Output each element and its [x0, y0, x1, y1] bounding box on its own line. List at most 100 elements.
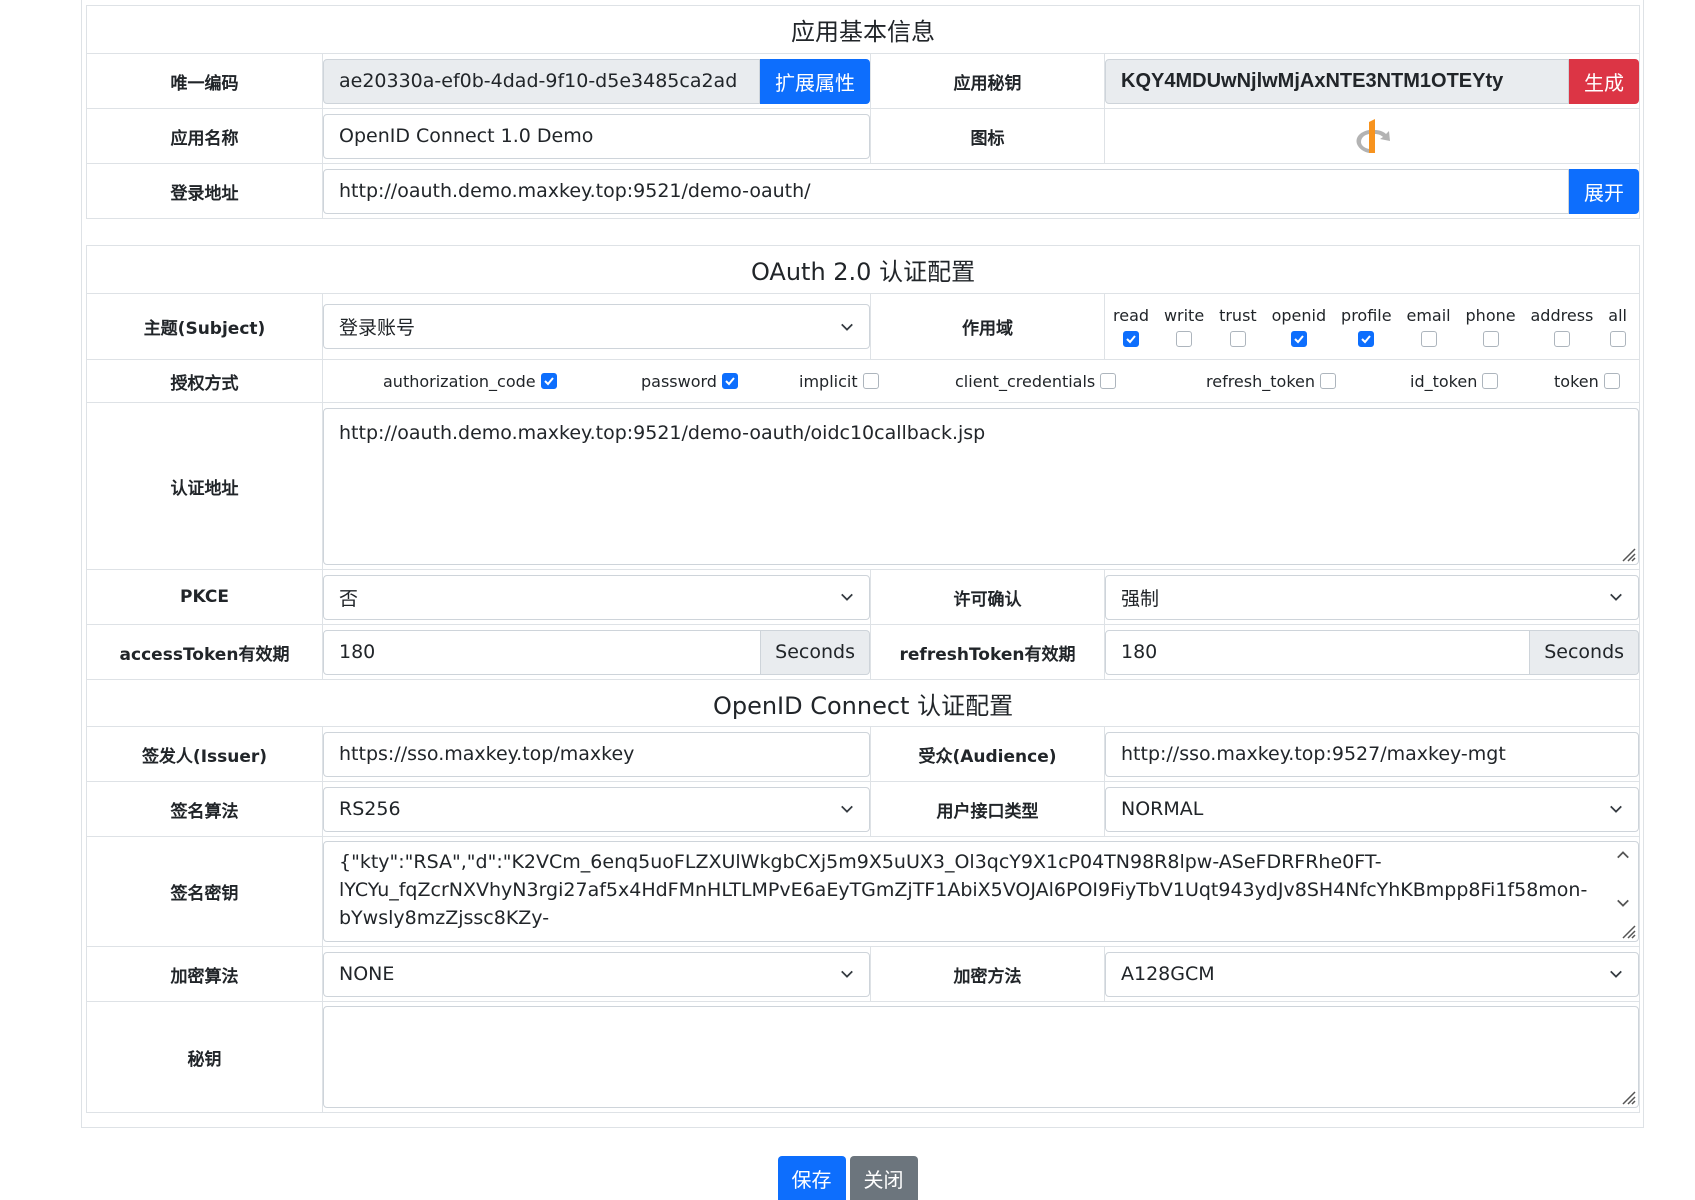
grant-types-label: 授权方式 [86, 359, 323, 403]
secret-label: 秘钥 [86, 1001, 323, 1113]
access-token-label: accessToken有效期 [86, 624, 323, 680]
checkbox-unchecked[interactable] [1553, 331, 1570, 347]
resize-grip-icon[interactable] [1616, 1085, 1636, 1105]
grant-implicit[interactable]: implicit [799, 372, 879, 391]
chevron-down-icon [1610, 593, 1622, 601]
checkbox-unchecked[interactable] [1100, 373, 1117, 389]
subject-select-value: 登录账号 [339, 317, 416, 339]
icon-label: 图标 [870, 108, 1105, 164]
scope-profile[interactable]: profile [1341, 306, 1392, 347]
extend-attributes-button[interactable]: 扩展属性 [760, 58, 870, 104]
scope-phone[interactable]: phone [1466, 306, 1516, 347]
app-name-input[interactable]: OpenID Connect 1.0 Demo [323, 113, 870, 159]
chevron-down-icon [1610, 970, 1622, 978]
enc-method-select-value: A128GCM [1121, 963, 1215, 985]
subject-select[interactable]: 登录账号 [323, 304, 870, 349]
form-actions: 保存 关闭 [0, 1156, 1695, 1200]
checkbox-checked[interactable] [1358, 331, 1375, 347]
checkbox-unchecked[interactable] [1603, 373, 1620, 389]
scope-read[interactable]: read [1113, 306, 1149, 347]
oauth-section-title: OAuth 2.0 认证配置 [85, 245, 1641, 294]
unique-code-label: 唯一编码 [86, 53, 323, 109]
sign-alg-select[interactable]: RS256 [323, 786, 870, 832]
checkbox-unchecked[interactable] [1229, 331, 1246, 347]
grant-types-group: authorization_code password implicit cli… [323, 362, 1639, 400]
userinfo-type-select-value: NORMAL [1121, 798, 1204, 820]
scope-address[interactable]: address [1531, 306, 1593, 347]
resize-grip-icon[interactable] [1616, 919, 1636, 939]
grant-token[interactable]: token [1554, 372, 1620, 391]
secret-textarea[interactable] [323, 1006, 1640, 1108]
enc-alg-label: 加密算法 [86, 946, 323, 1002]
issuer-input[interactable]: https://sso.maxkey.top/maxkey [323, 731, 870, 777]
chevron-down-icon [841, 805, 853, 813]
scope-openid[interactable]: openid [1272, 306, 1326, 347]
scroll-up-icon[interactable] [1616, 848, 1630, 862]
approval-select[interactable]: 强制 [1105, 574, 1640, 620]
userinfo-type-label: 用户接口类型 [870, 781, 1105, 837]
save-button[interactable]: 保存 [777, 1156, 846, 1200]
scope-all[interactable]: all [1608, 306, 1627, 347]
grant-authorization-code[interactable]: authorization_code [383, 372, 557, 391]
redirect-uri-textarea[interactable]: http://oauth.demo.maxkey.top:9521/demo-o… [323, 407, 1640, 565]
refresh-token-input[interactable]: 180 [1105, 629, 1531, 675]
chevron-down-icon [841, 593, 853, 601]
enc-method-label: 加密方法 [870, 946, 1105, 1002]
scroll-down-icon[interactable] [1616, 896, 1630, 910]
login-url-label: 登录地址 [86, 163, 323, 219]
chevron-down-icon [1610, 805, 1622, 813]
subject-label: 主题(Subject) [86, 293, 323, 360]
sign-key-line: bYwsly8mzZjssc8KZy- [339, 907, 550, 929]
enc-alg-select-value: NONE [339, 963, 395, 985]
checkbox-unchecked[interactable] [1320, 373, 1336, 389]
checkbox-unchecked[interactable] [862, 373, 879, 389]
scope-write[interactable]: write [1164, 306, 1204, 347]
enc-alg-select[interactable]: NONE [323, 951, 870, 997]
refresh-token-unit: Seconds [1530, 629, 1640, 675]
checkbox-unchecked[interactable] [1482, 331, 1499, 347]
app-secret-field[interactable]: KQY4MDUwNjlwMjAxNTE3NTM1OTEYty [1105, 58, 1569, 104]
checkbox-unchecked[interactable] [1482, 373, 1499, 389]
checkbox-unchecked[interactable] [1176, 331, 1193, 347]
oauth-table: OAuth 2.0 认证配置 主题(Subject) 登录账号 作用域 read… [85, 245, 1641, 1113]
sign-key-line: {"kty":"RSA","d":"K2VCm_6enq5uoFLZXUlWkg… [339, 851, 1382, 873]
chevron-down-icon [841, 323, 853, 331]
app-name-label: 应用名称 [86, 108, 323, 164]
scope-trust[interactable]: trust [1219, 306, 1257, 347]
oidc-section-title: OpenID Connect 认证配置 [85, 679, 1641, 727]
resize-grip-icon[interactable] [1616, 542, 1636, 562]
audience-label: 受众(Audience) [870, 726, 1105, 782]
scope-checkbox-group: read write trust openid profile email ph… [1105, 306, 1639, 347]
checkbox-checked[interactable] [1290, 331, 1307, 347]
issuer-label: 签发人(Issuer) [86, 726, 323, 782]
approval-select-value: 强制 [1121, 587, 1160, 610]
app-secret-label: 应用秘钥 [870, 53, 1105, 109]
access-token-unit: Seconds [761, 629, 870, 675]
approval-label: 许可确认 [870, 569, 1105, 625]
generate-secret-button[interactable]: 生成 [1569, 58, 1639, 104]
checkbox-checked[interactable] [1123, 331, 1140, 347]
login-url-input[interactable]: http://oauth.demo.maxkey.top:9521/demo-o… [323, 168, 1569, 214]
sign-alg-label: 签名算法 [86, 781, 323, 837]
checkbox-checked[interactable] [721, 373, 738, 389]
enc-method-select[interactable]: A128GCM [1105, 951, 1640, 997]
scope-email[interactable]: email [1406, 306, 1451, 347]
checkbox-unchecked[interactable] [1420, 331, 1437, 347]
sign-key-textarea[interactable]: {"kty":"RSA","d":"K2VCm_6enq5uoFLZXUlWkg… [323, 841, 1640, 942]
grant-client-credentials[interactable]: client_credentials [955, 372, 1117, 391]
sign-alg-select-value: RS256 [339, 798, 401, 820]
checkbox-checked[interactable] [540, 373, 557, 389]
pkce-select[interactable]: 否 [323, 574, 870, 620]
close-button[interactable]: 关闭 [849, 1156, 918, 1200]
checkbox-unchecked[interactable] [1609, 331, 1626, 347]
chevron-down-icon [841, 970, 853, 978]
unique-code-field[interactable]: ae20330a-ef0b-4dad-9f10-d5e3485ca2ad [323, 58, 760, 104]
expand-button[interactable]: 展开 [1569, 168, 1639, 214]
access-token-input[interactable]: 180 [323, 629, 762, 675]
grant-refresh-token[interactable]: refresh_token [1206, 372, 1336, 391]
userinfo-type-select[interactable]: NORMAL [1105, 786, 1640, 832]
audience-input[interactable]: http://sso.maxkey.top:9527/maxkey-mgt [1105, 731, 1640, 777]
grant-id-token[interactable]: id_token [1410, 372, 1499, 391]
scope-label: 作用域 [870, 293, 1105, 360]
grant-password[interactable]: password [641, 372, 738, 391]
